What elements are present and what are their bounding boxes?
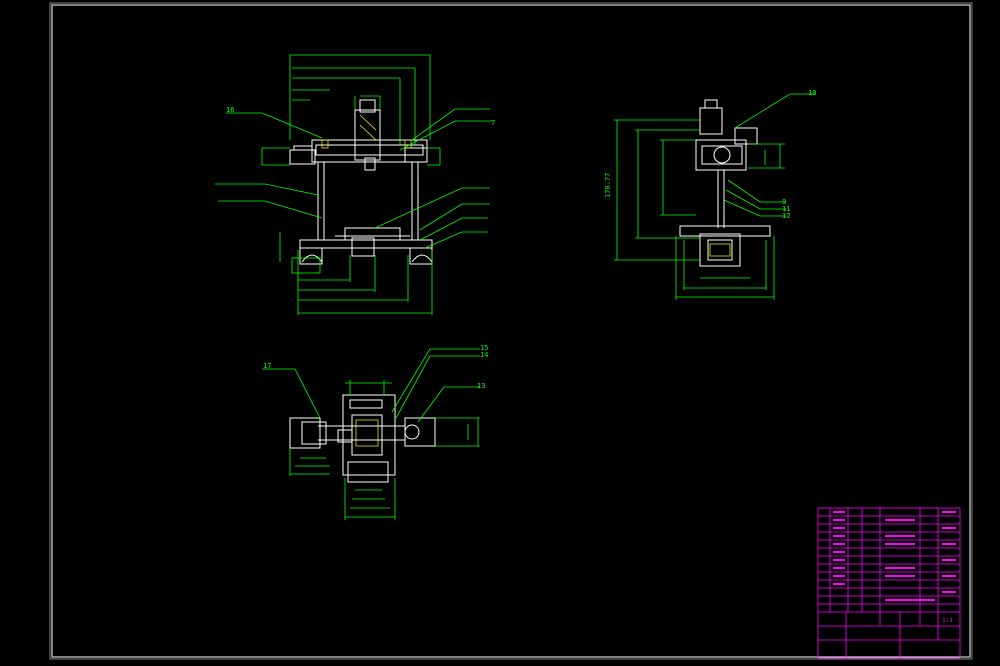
front-view: 16 7	[215, 54, 495, 315]
front-bottom-dimensions	[291, 250, 433, 315]
part-label-16: 16	[226, 106, 234, 114]
top-dimensions	[289, 380, 480, 520]
side-vertical-dimension: 170.77	[604, 173, 612, 198]
title-block: 1:1	[817, 507, 961, 659]
side-leader-lines	[723, 93, 816, 217]
top-leader-lines	[262, 348, 480, 423]
part-label-12: 12	[782, 212, 790, 220]
part-label-10: 10	[808, 89, 816, 97]
top-structure	[289, 394, 436, 483]
part-label-7: 7	[491, 119, 495, 127]
outer-border	[51, 4, 971, 658]
front-side-dimensions	[261, 147, 441, 262]
top-view: 17 15 14 13	[262, 344, 488, 520]
part-label-17: 17	[263, 362, 271, 370]
front-detail-marks	[321, 114, 412, 149]
side-structure	[679, 99, 771, 267]
scale-value: 1:1	[942, 617, 953, 624]
front-leader-lines	[215, 108, 492, 249]
side-dimensions	[614, 119, 785, 300]
cad-drawing-sheet: 16 7 10 9 11 12 170.77 17 15 14 13 1:1	[49, 2, 973, 660]
part-label-13: 13	[477, 382, 485, 390]
side-view: 10 9 11 12 170.77	[604, 89, 816, 300]
part-label-14: 14	[480, 351, 488, 359]
front-frame-structure	[289, 99, 433, 265]
